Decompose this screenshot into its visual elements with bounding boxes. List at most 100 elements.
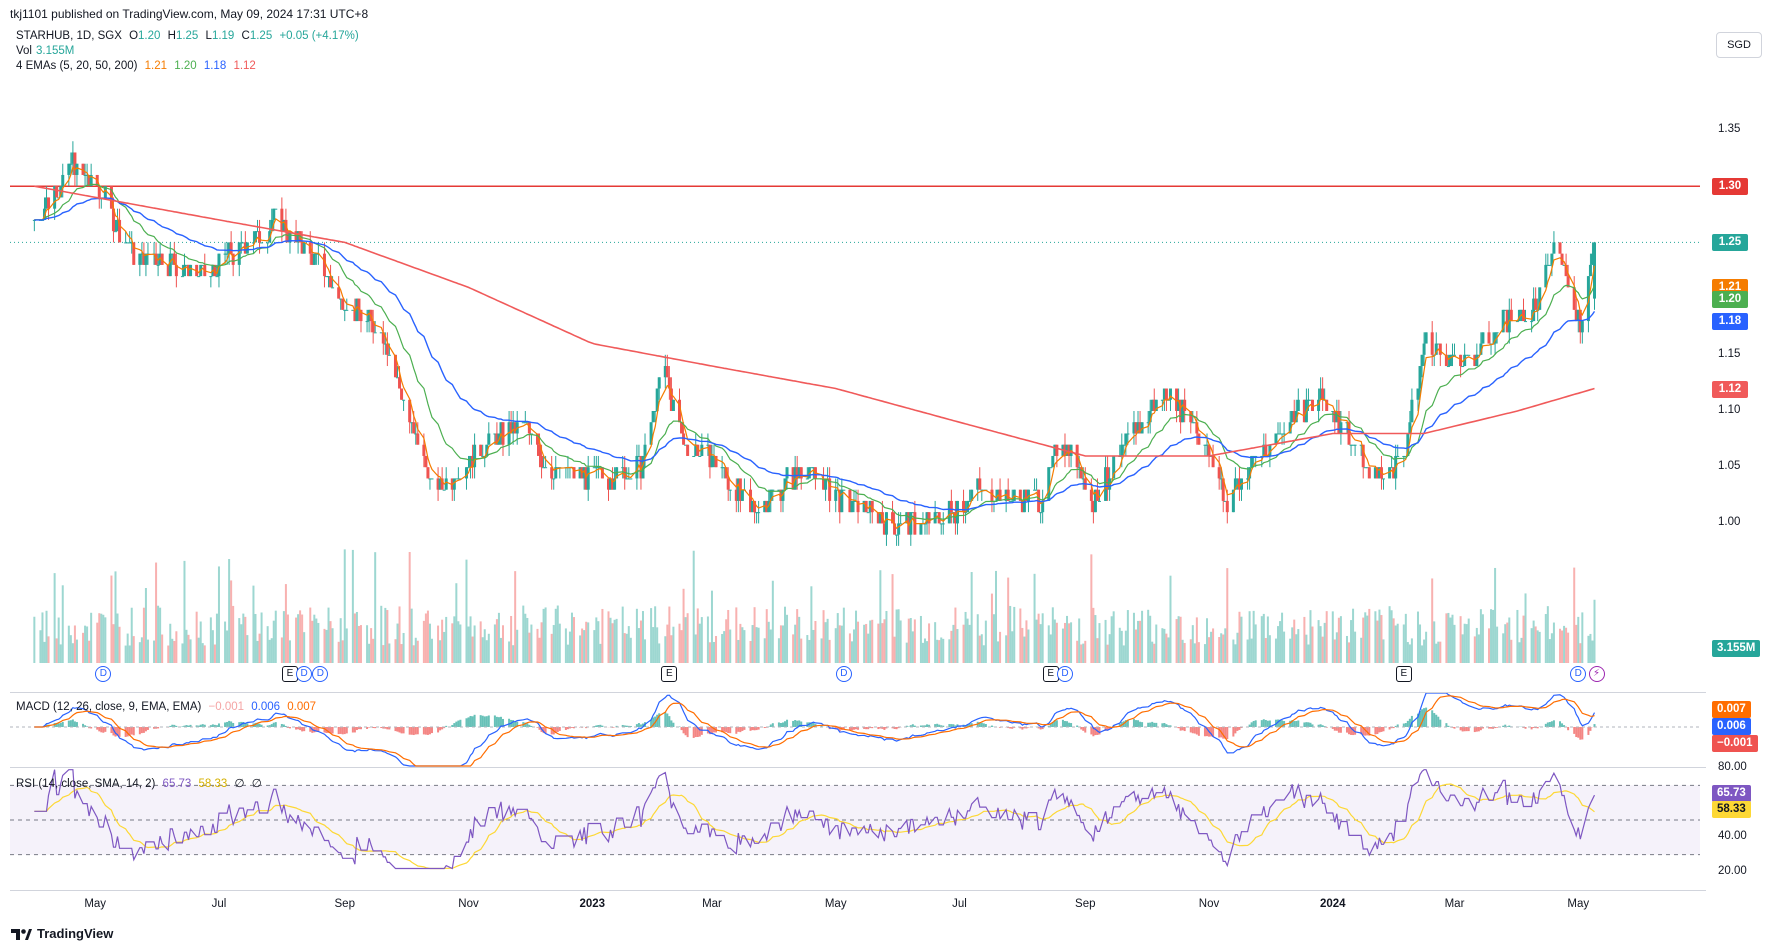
volume-bar xyxy=(301,614,304,663)
volume-bar xyxy=(408,552,411,663)
volume-bar xyxy=(153,640,156,663)
macd-hist-bar xyxy=(424,727,427,735)
volume-bar xyxy=(1297,629,1300,663)
volume-bar xyxy=(755,627,758,663)
candle-body xyxy=(1055,444,1059,456)
volume-bar xyxy=(954,607,957,663)
volume-bar xyxy=(1027,629,1030,663)
volume-bar xyxy=(1106,644,1109,663)
volume-bar xyxy=(61,585,64,663)
time-axis-label: Mar xyxy=(1444,898,1465,910)
volume-bar xyxy=(696,608,699,663)
dividend-marker-icon[interactable]: D xyxy=(835,666,852,682)
volume-bar xyxy=(1587,635,1590,663)
time-axis-label: Sep xyxy=(1075,898,1096,910)
macd-hist-bar xyxy=(1262,719,1265,727)
macd-hist-bar xyxy=(483,716,486,727)
badge-ema200: 1.12 xyxy=(1712,380,1748,398)
candle-body xyxy=(771,489,775,491)
macd-hist-bar xyxy=(763,727,766,729)
macd-hist-bar xyxy=(1404,723,1407,727)
volume-bar xyxy=(497,612,500,663)
macd-hist-bar xyxy=(779,723,782,727)
macd-hist-bar xyxy=(1567,727,1570,731)
volume-bar xyxy=(272,620,275,663)
macd-label[interactable]: MACD (12, 26, close, 9, EMA, EMA) xyxy=(16,701,201,713)
brand-text: TradingView xyxy=(37,926,114,941)
macd-hist-bar xyxy=(1402,723,1405,727)
candle-body xyxy=(919,523,923,535)
volume-bar xyxy=(682,588,685,663)
tradingview-footer[interactable]: TradingView xyxy=(10,926,113,941)
volume-bar xyxy=(850,641,853,663)
volume-bar xyxy=(587,622,590,663)
volume-bar xyxy=(394,639,397,663)
volume-bar xyxy=(753,607,756,663)
volume-bar xyxy=(45,610,48,663)
candle-body xyxy=(424,455,428,468)
candle-body xyxy=(258,231,262,243)
candle-body xyxy=(1382,478,1386,480)
macd-hist-bar xyxy=(1063,721,1066,727)
volume-bar xyxy=(96,622,99,663)
volume-bar xyxy=(1532,620,1535,663)
macd-hist-bar xyxy=(1161,723,1164,727)
volume-bar xyxy=(540,622,543,663)
candle-body xyxy=(805,478,809,480)
volume-bar xyxy=(700,617,703,663)
candle-body xyxy=(402,399,406,401)
macd-hist-bar xyxy=(467,717,470,727)
volume-bar xyxy=(1589,633,1592,663)
volume-bar xyxy=(909,618,912,663)
macd-hist-bar xyxy=(1236,727,1239,731)
macd-hist-bar xyxy=(1193,727,1196,734)
volume-bar xyxy=(627,626,630,663)
macd-hist-bar xyxy=(625,725,628,727)
volume-bar xyxy=(1212,628,1215,663)
split-marker-icon[interactable]: ⚡ xyxy=(1588,666,1605,682)
volume-bar xyxy=(41,612,44,663)
volume-bar xyxy=(1453,624,1456,663)
macd-hist-bar xyxy=(75,722,78,727)
volume-bar xyxy=(325,629,328,663)
volume-bar xyxy=(865,623,868,663)
volume-bar xyxy=(721,634,724,663)
volume-bar xyxy=(1262,613,1265,663)
macd-hist-bar xyxy=(1009,727,1012,729)
volume-bar xyxy=(1268,635,1271,663)
macd-hist-bar xyxy=(485,716,488,727)
macd-hist-bar xyxy=(1561,723,1564,727)
macd-hist-bar xyxy=(1559,721,1562,727)
macd-hist-bar xyxy=(729,727,732,734)
candle-body xyxy=(1467,354,1471,356)
volume-bar xyxy=(437,625,440,663)
macd-hist-bar xyxy=(741,727,744,731)
volume-bar xyxy=(842,607,845,663)
rsi-label[interactable]: RSI (14, close, SMA, 14, 2) xyxy=(16,778,155,790)
macd-hist-bar xyxy=(331,727,334,734)
earnings-marker-icon[interactable]: E xyxy=(1395,666,1412,682)
candle-body xyxy=(1126,433,1130,435)
volume-bar xyxy=(942,638,945,663)
macd-hist-bar xyxy=(1139,721,1142,727)
volume-bar xyxy=(155,562,158,663)
macd-hist-bar xyxy=(426,727,429,735)
volume-bar xyxy=(197,637,200,663)
macd-hist-bar xyxy=(412,727,415,736)
chart-canvas[interactable] xyxy=(0,0,1778,950)
volume-bar xyxy=(923,638,926,663)
volume-bar xyxy=(98,613,101,663)
volume-bar xyxy=(232,605,235,663)
volume-bar xyxy=(1080,644,1083,663)
volume-bar xyxy=(1181,639,1184,663)
volume-bar xyxy=(1321,636,1324,663)
macd-hist-bar xyxy=(1266,720,1269,727)
volume-bar xyxy=(467,626,470,663)
candle-body xyxy=(1588,264,1592,277)
volume-bar xyxy=(1208,637,1211,663)
volume-bar xyxy=(1563,625,1566,663)
earnings-marker-icon[interactable]: E xyxy=(661,666,678,682)
volume-bar xyxy=(288,640,291,663)
macd-hist-bar xyxy=(138,727,141,735)
dividend-marker-icon[interactable]: D xyxy=(1056,666,1073,682)
